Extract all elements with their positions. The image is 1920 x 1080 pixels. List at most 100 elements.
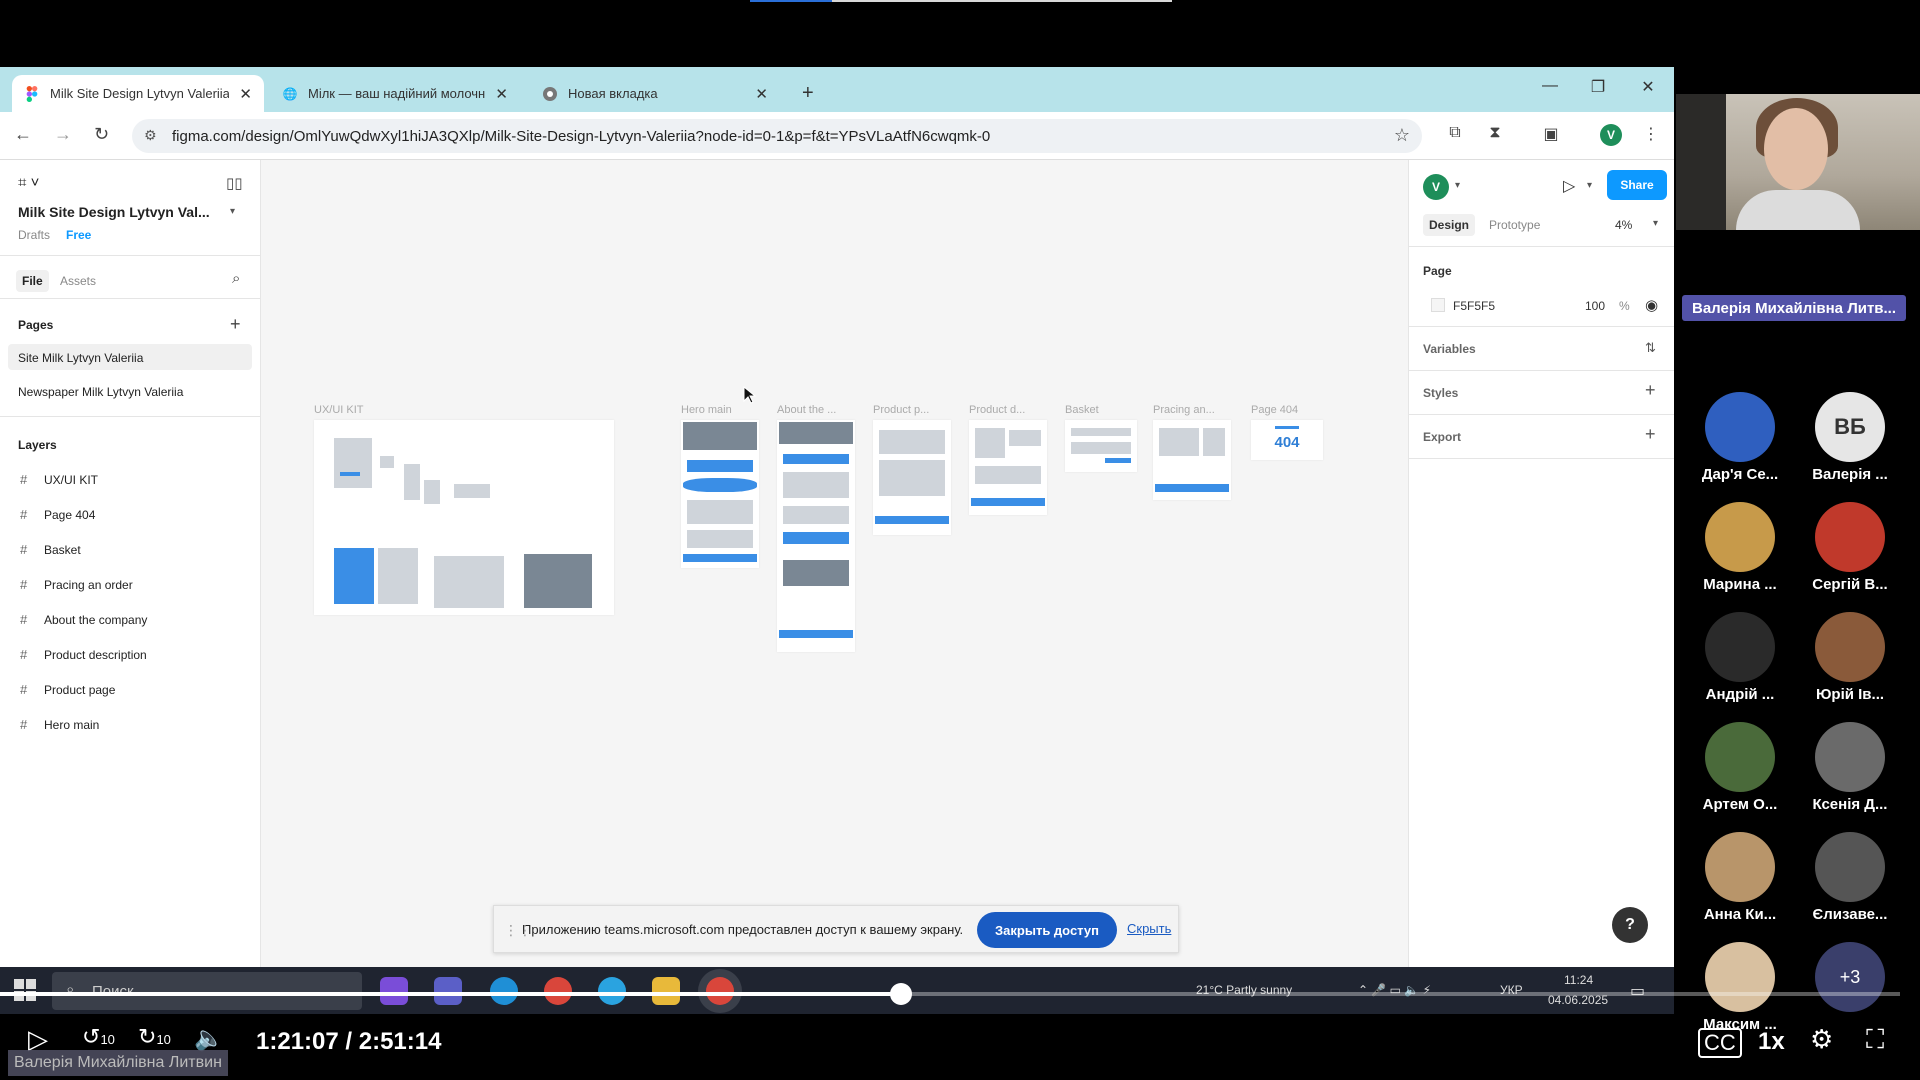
page-item[interactable]: Newspaper Milk Lytvyn Valeriia — [18, 385, 183, 399]
participant-tile[interactable]: Ксенія Д... — [1800, 722, 1900, 813]
screen-share-ext-icon[interactable]: ⧉ — [1444, 124, 1466, 146]
reload-icon[interactable]: ↻ — [94, 124, 109, 145]
share-button[interactable]: Share — [1607, 170, 1667, 200]
plan-badge[interactable]: Free — [66, 228, 91, 242]
drafts-link[interactable]: Drafts — [18, 228, 50, 242]
chrome-app-icon[interactable] — [544, 977, 572, 1005]
frame-hero-main[interactable] — [681, 420, 759, 568]
zoom-level[interactable]: 4% — [1615, 218, 1632, 232]
settings-gear-icon[interactable]: ⚙ — [1810, 1024, 1833, 1055]
layer-item[interactable]: # Pracing an order — [20, 577, 133, 592]
extensions-icon[interactable]: ⧗ — [1484, 124, 1506, 146]
figma-canvas[interactable]: UX/UI KIT Hero main About the ... Produc… — [261, 160, 1408, 1014]
frame-label[interactable]: Hero main — [681, 404, 732, 416]
add-export-icon[interactable]: + — [1645, 424, 1656, 445]
close-tab-icon[interactable]: ✕ — [495, 85, 508, 103]
frame-label[interactable]: Product p... — [873, 404, 929, 416]
frame-ux-ui-kit[interactable] — [314, 420, 614, 615]
bg-opacity-value[interactable]: 100 — [1585, 299, 1605, 313]
volume-icon[interactable]: 🔈 — [194, 1024, 224, 1053]
copilot-app-icon[interactable] — [380, 977, 408, 1005]
taskbar-search[interactable]: ⌕ Поиск — [52, 972, 362, 1010]
hide-notice-link[interactable]: Скрыть — [1127, 921, 1171, 936]
side-panel-icon[interactable]: ▣ — [1540, 124, 1562, 146]
user-avatar[interactable]: V — [1423, 174, 1449, 200]
chevron-down-icon[interactable]: ▾ — [1653, 218, 1658, 229]
captions-icon[interactable]: CC — [1698, 1028, 1742, 1058]
more-participants-tile[interactable]: +3 — [1800, 942, 1900, 1012]
layer-item[interactable]: # Basket — [20, 542, 81, 557]
profile-avatar[interactable]: V — [1600, 124, 1622, 146]
layer-item[interactable]: # UX/UI KIT — [20, 472, 98, 487]
tab-assets[interactable]: Assets — [60, 274, 96, 288]
restore-icon[interactable]: ❐ — [1573, 77, 1623, 97]
teams-app-icon[interactable] — [434, 977, 462, 1005]
video-progress-handle[interactable] — [889, 983, 912, 1005]
help-button[interactable]: ? — [1612, 907, 1648, 943]
clock-time[interactable]: 11:24 — [1564, 973, 1593, 987]
tab-design[interactable]: Design — [1423, 214, 1476, 236]
telegram-app-icon[interactable] — [598, 977, 626, 1005]
minimize-icon[interactable]: — — [1525, 77, 1575, 95]
stop-sharing-button[interactable]: Закрыть доступ — [977, 912, 1117, 948]
kebab-menu-icon[interactable]: ⋮ — [1640, 124, 1662, 146]
participant-tile[interactable]: Сергій В... — [1800, 502, 1900, 593]
page-item[interactable]: Site Milk Lytvyn Valeriia — [18, 351, 143, 365]
edge-app-icon[interactable] — [490, 977, 518, 1005]
participant-tile[interactable]: Максим ... — [1690, 942, 1790, 1033]
frame-label[interactable]: Product d... — [969, 404, 1025, 416]
bg-hex-value[interactable]: F5F5F5 — [1453, 299, 1495, 313]
layer-item[interactable]: # Page 404 — [20, 507, 95, 522]
frame-label[interactable]: UX/UI KIT — [314, 404, 364, 416]
close-tab-icon[interactable]: ✕ — [239, 85, 252, 103]
search-icon[interactable]: ⌕ — [232, 270, 240, 287]
tab-new[interactable]: Новая вкладка ✕ — [530, 75, 780, 112]
frame-page-404[interactable]: 404 — [1251, 420, 1323, 460]
chevron-down-icon[interactable]: ▾ — [1455, 180, 1460, 191]
add-style-icon[interactable]: + — [1645, 380, 1656, 401]
back-icon[interactable]: ← — [14, 124, 32, 145]
tab-figma[interactable]: Milk Site Design Lytvyn Valeriia ✕ — [12, 75, 264, 112]
present-play-icon[interactable]: ▷ — [1563, 176, 1575, 196]
chevron-down-icon[interactable]: ▾ — [230, 206, 235, 217]
file-explorer-icon[interactable] — [652, 977, 680, 1005]
frame-basket[interactable] — [1065, 420, 1137, 472]
frame-label[interactable]: Basket — [1065, 404, 1099, 416]
participant-tile[interactable]: Андрій ... — [1690, 612, 1790, 703]
variables-settings-icon[interactable]: ⇅ — [1645, 340, 1656, 356]
participant-tile[interactable]: Анна Ки... — [1690, 832, 1790, 923]
participant-tile[interactable]: Єлизаве... — [1800, 832, 1900, 923]
chrome-active-app-icon[interactable] — [706, 977, 734, 1005]
windows-start-icon[interactable] — [14, 979, 36, 1001]
frame-product-description[interactable] — [969, 420, 1047, 515]
playback-speed[interactable]: 1x — [1758, 1028, 1785, 1056]
layer-item[interactable]: # Product description — [20, 647, 147, 662]
new-tab-button[interactable]: + — [790, 75, 820, 112]
toggle-panel-icon[interactable]: ▯▯ — [226, 174, 243, 192]
notifications-icon[interactable]: ▭ — [1630, 981, 1645, 1001]
participant-tile[interactable]: Дар'я Се... — [1690, 392, 1790, 483]
fullscreen-icon[interactable]: ⛶ — [1866, 1024, 1884, 1056]
skip-forward-icon[interactable]: ↻10 — [138, 1024, 171, 1050]
layer-item[interactable]: # About the company — [20, 612, 147, 627]
site-settings-icon[interactable]: ⚙ — [144, 127, 157, 144]
participant-tile[interactable]: Марина ... — [1690, 502, 1790, 593]
layer-item[interactable]: # Product page — [20, 682, 115, 697]
eye-icon[interactable]: ◉ — [1645, 296, 1658, 314]
tab-prototype[interactable]: Prototype — [1489, 218, 1540, 232]
address-bar[interactable]: ⚙ figma.com/design/OmlYuwQdwXyl1hiJA3QXl… — [132, 119, 1422, 153]
frame-product-page[interactable] — [873, 420, 951, 535]
close-window-icon[interactable]: ✕ — [1623, 77, 1673, 97]
add-page-icon[interactable]: + — [230, 314, 241, 335]
frame-pracing-order[interactable] — [1153, 420, 1231, 500]
drag-handle-icon[interactable]: ⋮⋮ — [504, 922, 532, 939]
skip-back-icon[interactable]: ↺10 — [82, 1024, 115, 1050]
participant-tile[interactable]: Артем О... — [1690, 722, 1790, 813]
bookmark-star-icon[interactable]: ☆ — [1394, 125, 1410, 146]
file-title[interactable]: Milk Site Design Lytvyn Val... — [18, 204, 210, 220]
tab-file[interactable]: File — [16, 270, 49, 292]
close-tab-icon[interactable]: ✕ — [755, 85, 768, 103]
figma-menu-icon[interactable]: ⌗ ˅ — [18, 174, 39, 191]
participant-tile[interactable]: Юрій Ів... — [1800, 612, 1900, 703]
chevron-down-icon[interactable]: ▾ — [1587, 180, 1592, 191]
